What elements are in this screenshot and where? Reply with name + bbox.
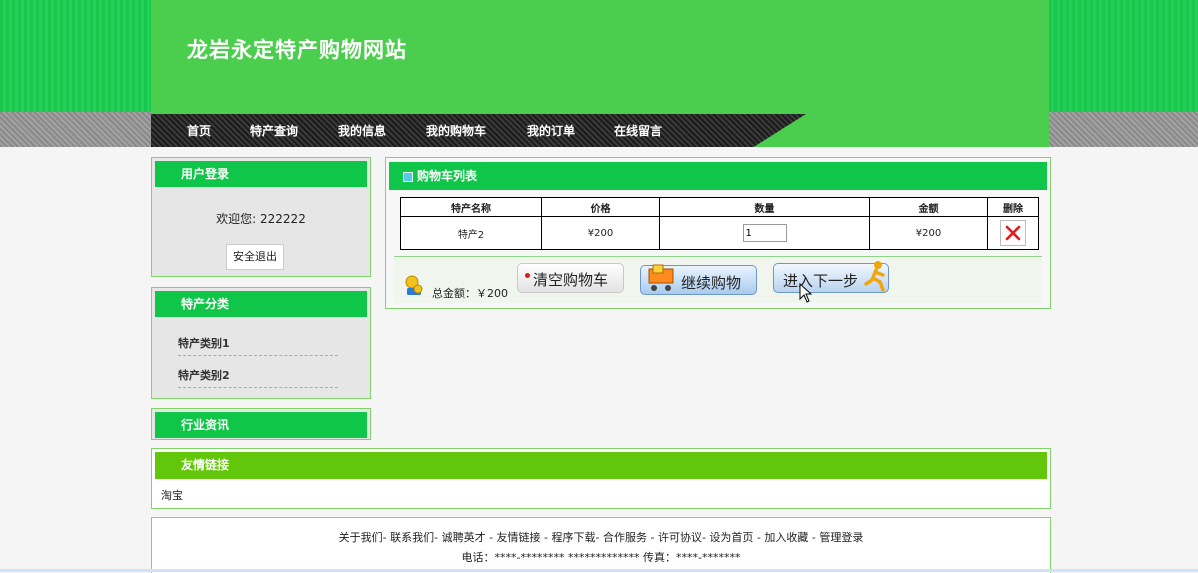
header-right-stripe (1048, 0, 1198, 112)
running-man-icon (864, 261, 885, 292)
site-header: 龙岩永定特产购物网站 首页 特产查询 我的信息 我的购物车 我的订单 在线留言 (151, 0, 1049, 147)
footer-contact: 电话：****-******** ************* 传真：****-*… (461, 551, 741, 564)
table-row: 特产2 ¥200 ¥200 (400, 216, 1039, 250)
nav-home[interactable]: 首页 (187, 122, 211, 139)
login-box-title: 用户登录 (155, 161, 367, 187)
cell-product-name: 特产2 (400, 216, 542, 250)
friendly-links-panel: 友情链接 淘宝 (151, 448, 1051, 509)
next-step-label: 进入下一步 (783, 272, 859, 290)
square-bullet-icon (403, 172, 413, 182)
category-box-title: 特产分类 (155, 291, 367, 317)
cart-table-header: 特产名称 价格 数量 金额 删除 (400, 197, 1039, 217)
quantity-input[interactable] (742, 224, 787, 242)
cell-price: ¥200 (541, 216, 660, 250)
clear-cart-button[interactable]: 清空购物车 (517, 263, 624, 293)
cart-title: 购物车列表 (417, 169, 478, 183)
cart-panel: 购物车列表 特产名称 价格 数量 金额 删除 特产2 ¥200 ¥200 (385, 157, 1051, 309)
friendly-links-title: 友情链接 (155, 452, 1047, 479)
clear-cart-label: 清空购物车 (533, 271, 609, 289)
col-header-name: 特产名称 (400, 197, 542, 217)
cart-footer: 总金额：￥200 清空购物车 继续购物 进入下一步 (394, 256, 1042, 303)
logout-button[interactable]: 安全退出 (226, 244, 284, 270)
news-box-title[interactable]: 行业资讯 (155, 412, 367, 438)
col-header-delete: 删除 (987, 197, 1039, 217)
category-box: 特产分类 特产类别1 特产类别2 (151, 287, 371, 399)
red-dot-icon (525, 273, 530, 278)
continue-shopping-label: 继续购物 (681, 274, 742, 292)
cell-amount: ¥200 (869, 216, 988, 250)
news-box: 行业资讯 (151, 408, 371, 440)
money-icon (405, 275, 423, 295)
delete-icon[interactable] (1000, 220, 1026, 246)
cart-table: 特产名称 价格 数量 金额 删除 特产2 ¥200 ¥200 (400, 197, 1039, 250)
footer-links[interactable]: 关于我们- 联系我们- 诚聘英才 - 友情链接 - 程序下载- 合作服务 - 许… (152, 529, 1050, 545)
category-item-2[interactable]: 特产类别2 (178, 367, 338, 388)
friendly-link-taobao[interactable]: 淘宝 (161, 487, 183, 503)
footer: 关于我们- 联系我们- 诚聘英才 - 友情链接 - 程序下载- 合作服务 - 许… (151, 517, 1051, 573)
cell-delete (987, 216, 1039, 250)
site-title: 龙岩永定特产购物网站 (187, 37, 407, 62)
nav-my-info[interactable]: 我的信息 (338, 122, 386, 139)
login-box: 用户登录 欢迎您: 222222 安全退出 (151, 157, 371, 277)
cart-title-bar: 购物车列表 (389, 162, 1047, 190)
nav-green-segment (771, 114, 1049, 147)
welcome-text: 欢迎您: 222222 (216, 212, 306, 226)
col-header-price: 价格 (541, 197, 660, 217)
header-left-stripe (0, 0, 152, 112)
nav-my-orders[interactable]: 我的订单 (527, 122, 575, 139)
category-item-1[interactable]: 特产类别1 (178, 335, 338, 356)
col-header-quantity: 数量 (659, 197, 870, 217)
cell-quantity (659, 216, 870, 250)
mouse-cursor-icon (799, 283, 813, 303)
nav-product-search[interactable]: 特产查询 (250, 122, 298, 139)
col-header-amount: 金额 (869, 197, 988, 217)
next-step-button[interactable]: 进入下一步 (773, 261, 889, 293)
nav-message[interactable]: 在线留言 (614, 122, 662, 139)
continue-shopping-button[interactable]: 继续购物 (640, 264, 757, 295)
total-amount: 总金额：￥200 (432, 287, 508, 300)
shopping-cart-icon (648, 264, 674, 291)
nav-my-cart[interactable]: 我的购物车 (426, 122, 486, 139)
